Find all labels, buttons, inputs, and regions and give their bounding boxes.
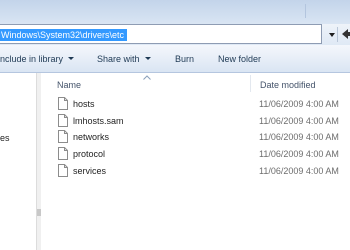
address-bar[interactable]: Windows\System32\drivers\etc: [0, 24, 322, 44]
nav-item-label[interactable]: es: [0, 133, 10, 143]
chevron-down-icon[interactable]: [327, 30, 337, 40]
include-in-library-button[interactable]: nclude in library: [0, 53, 75, 67]
column-headers: Name Date modified: [45, 73, 350, 94]
address-bar-divider: [337, 27, 338, 42]
file-row[interactable]: networks 11/06/2009 4:00 AM: [45, 129, 350, 146]
new-folder-button[interactable]: New folder: [218, 53, 261, 67]
command-bar: nclude in library Share with Burn New fo…: [0, 45, 350, 73]
file-name: networks: [73, 132, 110, 143]
window-frame-top: [0, 0, 350, 24]
file-icon: [58, 97, 68, 110]
dropdown-arrow-icon: [144, 57, 151, 60]
column-header-date-modified[interactable]: Date modified: [260, 80, 316, 90]
file-icon: [58, 113, 68, 127]
file-name: protocol: [73, 149, 106, 160]
file-name: services: [73, 165, 107, 176]
file-name: lmhosts.sam: [73, 115, 124, 126]
file-row[interactable]: lmhosts.sam 11/06/2009 4:00 AM: [45, 113, 350, 130]
file-row[interactable]: hosts 11/06/2009 4:00 AM: [45, 96, 350, 113]
share-with-button[interactable]: Share with: [97, 53, 151, 67]
file-row[interactable]: protocol 11/06/2009 4:00 AM: [45, 146, 350, 163]
file-date: 11/06/2009 4:00 AM: [259, 99, 339, 109]
refresh-icon[interactable]: [340, 27, 350, 41]
column-divider[interactable]: [250, 75, 251, 92]
file-row[interactable]: services 11/06/2009 4:00 AM: [45, 163, 350, 180]
search-box-edge: [305, 4, 350, 18]
dropdown-arrow-icon: [68, 57, 75, 60]
file-date: 11/06/2009 4:00 AM: [259, 132, 339, 143]
file-date: 11/06/2009 4:00 AM: [259, 149, 339, 160]
share-with-label: Share with: [97, 54, 140, 64]
burn-button[interactable]: Burn: [175, 53, 194, 67]
navigation-pane[interactable]: es: [0, 73, 40, 250]
file-name: hosts: [73, 99, 95, 109]
navigation-scrollbar[interactable]: [36, 73, 41, 250]
file-icon: [58, 130, 68, 144]
file-date: 11/06/2009 4:00 AM: [259, 165, 339, 176]
file-date: 11/06/2009 4:00 AM: [259, 115, 339, 126]
scrollbar-thumb[interactable]: [37, 209, 41, 216]
column-header-name[interactable]: Name: [57, 80, 81, 90]
file-list: hosts 11/06/2009 4:00 AM lmhosts.sam 11/…: [45, 96, 350, 179]
address-path-text[interactable]: Windows\System32\drivers\etc: [0, 29, 128, 41]
sort-ascending-icon: [143, 75, 151, 80]
file-icon: [58, 147, 68, 161]
address-bar-row: Windows\System32\drivers\etc: [0, 24, 350, 45]
include-in-library-label: nclude in library: [0, 54, 64, 64]
file-icon: [58, 163, 68, 177]
